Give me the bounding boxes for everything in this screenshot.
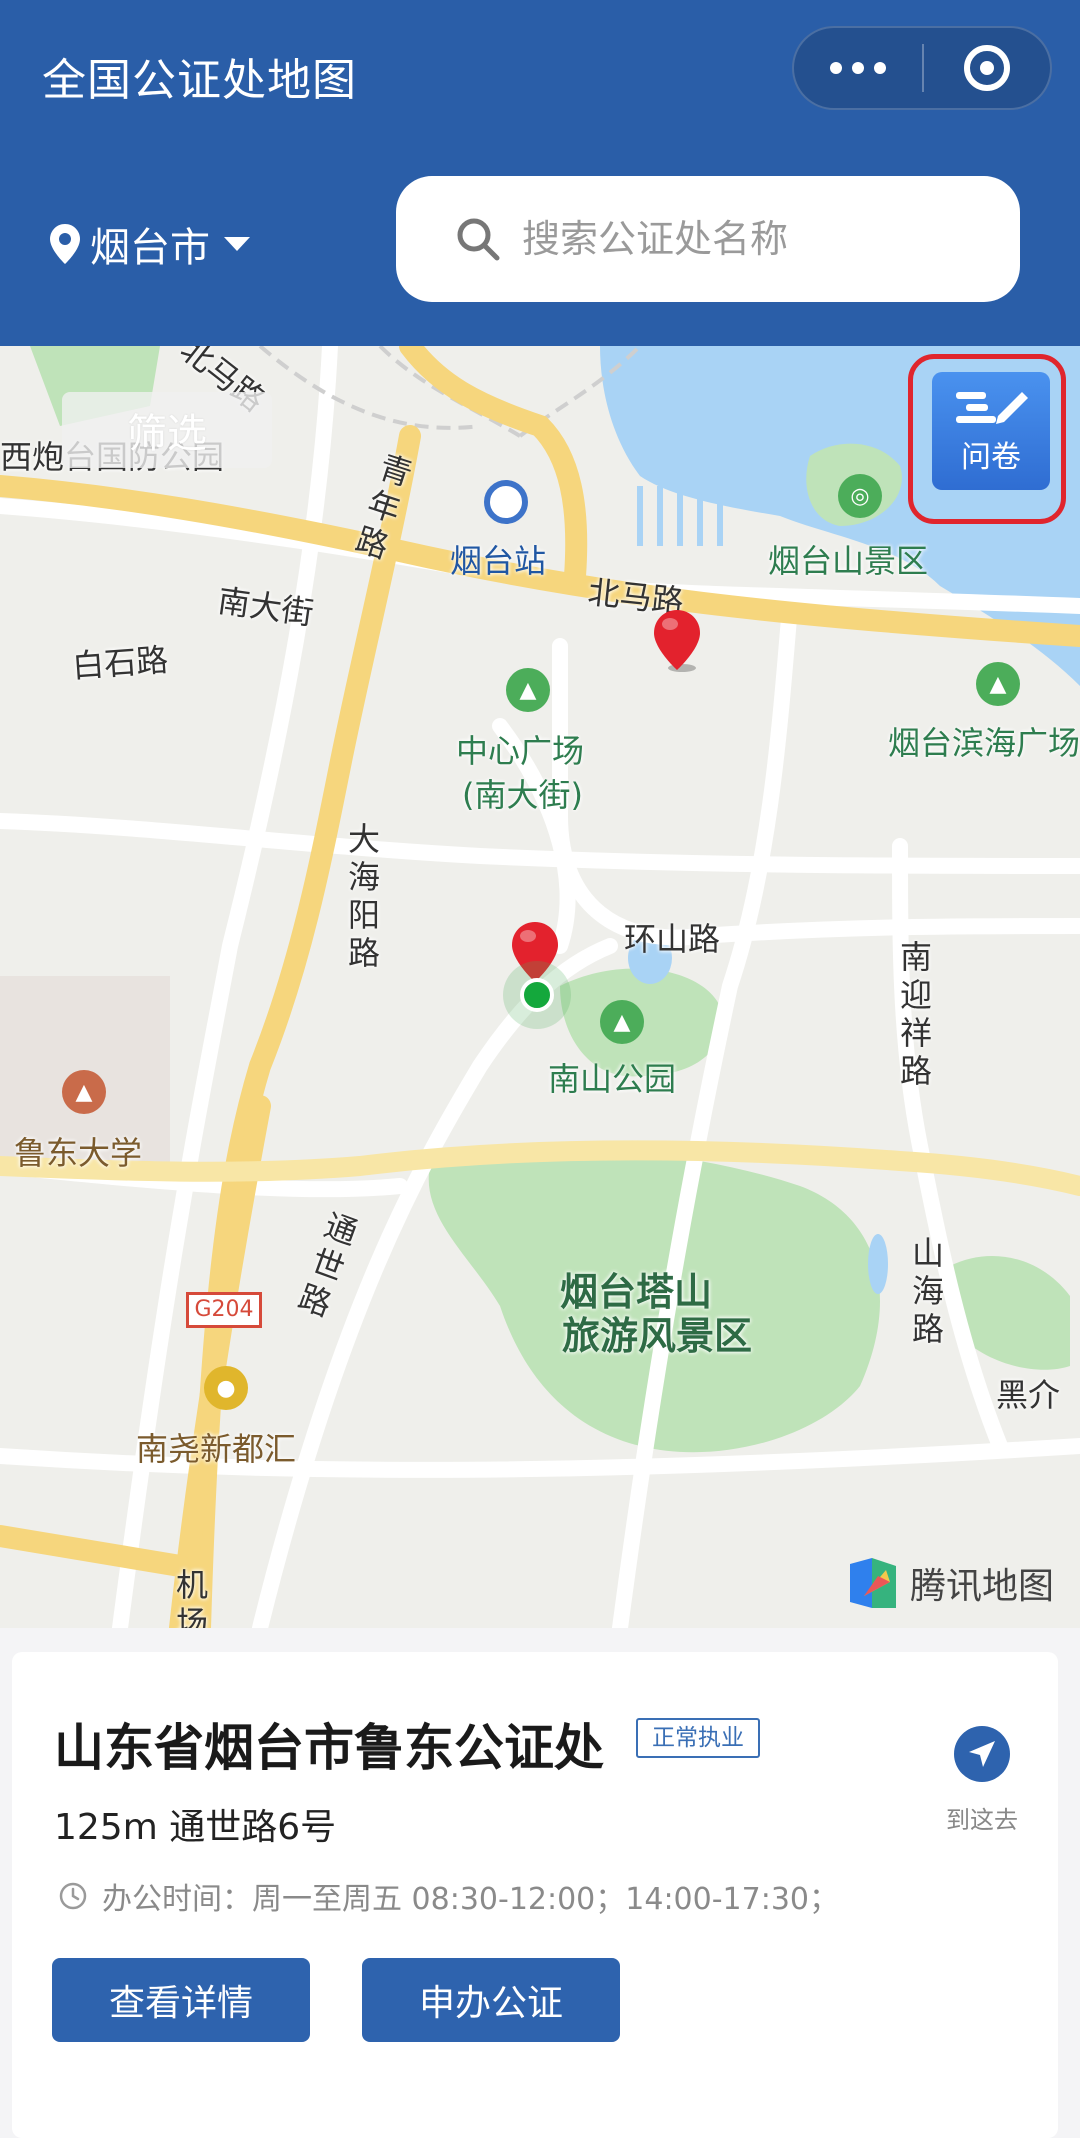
city-selector[interactable]: 烟台市 [50, 214, 250, 274]
mall-icon: ● [204, 1366, 248, 1410]
view-details-button[interactable]: 查看详情 [52, 1958, 310, 2042]
map-label-zhongxin: 中心广场 [456, 732, 585, 770]
search-bar[interactable] [396, 176, 1020, 302]
navigation-arrow-icon [954, 1726, 1010, 1782]
train-station-icon [484, 480, 528, 524]
search-input[interactable] [522, 217, 962, 261]
navigate-label: 到这去 [946, 1806, 1018, 1834]
clock-icon [59, 1882, 87, 1910]
map-view[interactable]: 西炮台国防公园 北马路 青年路 烟台站 ◎ 烟台山景区 南大街 北马路 白石路 … [0, 346, 1080, 1628]
brand-label: 腾讯地图 [910, 1566, 1055, 1607]
dot-icon [830, 62, 842, 74]
park-tree-icon: ▲ [506, 668, 550, 712]
map-label-baishilu: 白石路 [70, 640, 170, 686]
apply-notarization-button[interactable]: 申办公证 [362, 1958, 620, 2042]
map-label-yantaishan: 烟台山景区 [768, 542, 929, 580]
notary-marker[interactable] [650, 608, 704, 672]
map-label-yantai-station: 烟台站 [450, 542, 547, 580]
map-label-nanyingxiang: 南迎祥路 [899, 938, 932, 1090]
survey-button[interactable]: 问卷 [932, 372, 1050, 490]
map-label-heijie: 黑介 [996, 1376, 1061, 1414]
header-bar: 全国公证处地图 烟台市 [0, 0, 1080, 346]
park-tree-icon: ▲ [600, 1000, 644, 1044]
map-label-binhai: 烟台滨海广场 [888, 724, 1080, 762]
map-brand: 腾讯地图 [846, 1556, 1054, 1610]
target-circle-icon [964, 45, 1010, 91]
map-label-nanshan: 南山公园 [548, 1060, 677, 1098]
status-badge: 正常执业 [636, 1718, 760, 1758]
map-label-ludong: 鲁东大学 [14, 1134, 143, 1172]
university-cap-icon: ▲ [62, 1070, 106, 1114]
page-title: 全国公证处地图 [42, 55, 357, 106]
map-label-zhongxin-sub: (南大街) [462, 776, 583, 814]
dot-icon [852, 62, 864, 74]
scenic-camera-icon: ◎ [838, 474, 882, 518]
office-hours-text: 办公时间：周一至周五 08:30-12:00；14:00-17:30； [102, 1882, 840, 1917]
survey-pen-icon [956, 392, 1028, 424]
distance-address: 125m 通世路6号 [54, 1807, 337, 1848]
navigate-button[interactable]: 到这去 [932, 1726, 1032, 1835]
more-options-button[interactable] [794, 28, 922, 108]
map-label-huanshanlu: 环山路 [624, 920, 721, 958]
search-icon [457, 218, 500, 261]
map-label-tashan-sub: 旅游风景区 [562, 1314, 753, 1358]
highway-shield-g204: G204 [186, 1292, 262, 1328]
map-label-nanyao: 南尧新都汇 [136, 1430, 297, 1468]
notary-office-name: 山东省烟台市鲁东公证处 [54, 1719, 604, 1777]
map-label-dahaiyang: 大海阳路 [347, 820, 380, 972]
park-tree-icon: ▲ [976, 662, 1020, 706]
office-hours-row: 办公时间：周一至周五 08:30-12:00；14:00-17:30； [58, 1874, 839, 1918]
caret-down-icon [224, 237, 250, 251]
close-mini-program-button[interactable] [924, 28, 1050, 108]
map-label-tashan: 烟台塔山 [560, 1270, 713, 1314]
survey-label: 问卷 [961, 440, 1021, 475]
dot-icon [874, 62, 886, 74]
current-location-icon [503, 961, 571, 1029]
map-label-jichang: 机场 [175, 1566, 208, 1628]
map-label-shanhai: 山海路 [911, 1234, 944, 1348]
location-pin-icon [50, 224, 80, 264]
filter-button[interactable]: 筛选 [62, 392, 272, 468]
city-label: 烟台市 [90, 225, 210, 271]
notary-info-card: 山东省烟台市鲁东公证处 正常执业 到这去 125m 通世路6号 办公时间：周一至… [12, 1652, 1058, 2138]
mini-program-capsule [792, 26, 1052, 110]
tencent-map-logo-icon [850, 1558, 896, 1608]
